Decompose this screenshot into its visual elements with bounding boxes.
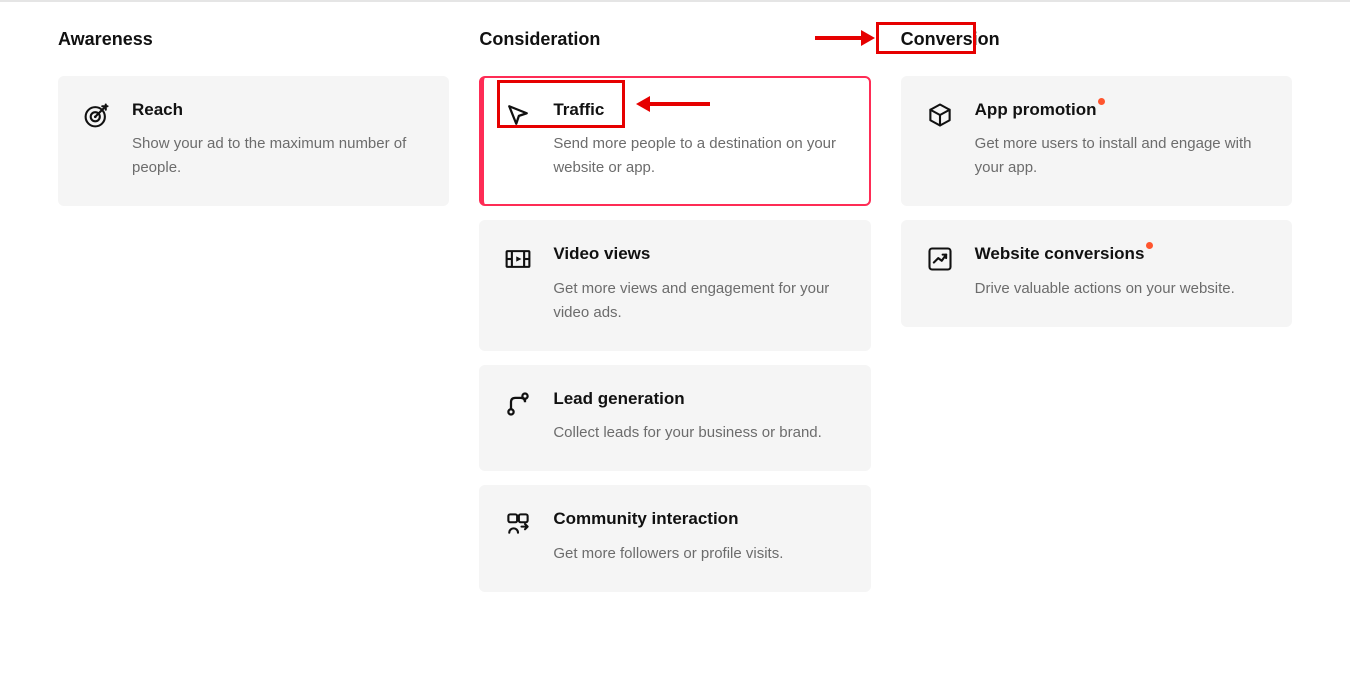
card-desc-site: Drive valuable actions on your website.: [975, 277, 1268, 301]
card-title-community: Community interaction: [553, 509, 738, 529]
card-title-app: App promotion: [975, 100, 1097, 120]
column-header-conversion: Conversion: [901, 29, 1000, 50]
card-title-site: Website conversions: [975, 244, 1145, 264]
card-traffic[interactable]: Traffic Send more people to a destinatio…: [479, 76, 870, 206]
card-website-conversions[interactable]: Website conversions Drive valuable actio…: [901, 220, 1292, 326]
target-icon: [82, 100, 112, 130]
column-header-awareness: Awareness: [58, 29, 153, 50]
film-play-icon: [503, 244, 533, 274]
card-app-promotion[interactable]: App promotion Get more users to install …: [901, 76, 1292, 206]
new-badge-icon: [1098, 98, 1105, 105]
column-conversion: Conversion App promotion Get more users …: [901, 24, 1292, 606]
card-desc-lead: Collect leads for your business or brand…: [553, 421, 846, 445]
card-title-lead: Lead generation: [553, 389, 684, 409]
new-badge-icon: [1146, 242, 1153, 249]
card-desc-reach: Show your ad to the maximum number of pe…: [132, 132, 425, 180]
column-consideration: Consideration Traffic Send more people t…: [479, 24, 870, 606]
card-community-interaction[interactable]: Community interaction Get more followers…: [479, 485, 870, 591]
card-title-video: Video views: [553, 244, 650, 264]
card-lead-generation[interactable]: Lead generation Collect leads for your b…: [479, 365, 870, 471]
card-desc-traffic: Send more people to a destination on you…: [553, 132, 846, 180]
card-desc-video: Get more views and engagement for your v…: [553, 277, 846, 325]
cube-icon: [925, 100, 955, 130]
card-reach[interactable]: Reach Show your ad to the maximum number…: [58, 76, 449, 206]
community-icon: [503, 509, 533, 539]
card-desc-app: Get more users to install and engage wit…: [975, 132, 1268, 180]
column-header-consideration: Consideration: [479, 29, 600, 50]
cursor-icon: [503, 100, 533, 130]
card-title-reach: Reach: [132, 100, 183, 120]
column-awareness: Awareness Reach Show your ad to the maxi…: [58, 24, 449, 606]
card-title-traffic: Traffic: [553, 100, 604, 120]
card-desc-community: Get more followers or profile visits.: [553, 542, 846, 566]
card-video-views[interactable]: Video views Get more views and engagemen…: [479, 220, 870, 350]
chart-up-icon: [925, 244, 955, 274]
route-icon: [503, 389, 533, 419]
